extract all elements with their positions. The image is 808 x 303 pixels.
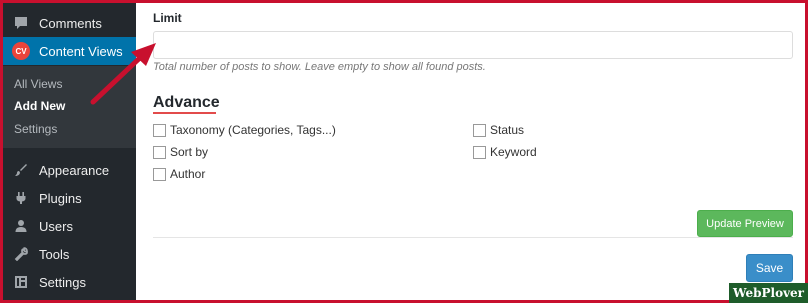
sidebar-item-appearance[interactable]: Appearance — [3, 156, 136, 184]
comment-icon — [11, 13, 31, 33]
save-button[interactable]: Save — [746, 254, 793, 282]
sidebar-item-label: Appearance — [39, 162, 110, 178]
watermark-logo: WebPlover — [729, 283, 808, 303]
admin-sidebar: Comments CV Content Views All Views Add … — [3, 3, 136, 300]
cv-badge: CV — [12, 42, 30, 60]
checkbox-box[interactable] — [153, 167, 166, 181]
wrench-icon — [11, 244, 31, 264]
settings-icon — [11, 272, 31, 292]
sidebar-item-label: Users — [39, 218, 73, 234]
submenu-item-add-new[interactable]: Add New — [14, 99, 65, 113]
sidebar-item-users[interactable]: Users — [3, 212, 136, 240]
divider — [153, 237, 793, 238]
checkbox-label: Status — [490, 123, 525, 137]
sidebar-item-label: Content Views — [39, 43, 123, 59]
checkbox-taxonomy[interactable]: Taxonomy (Categories, Tags...) — [153, 123, 336, 137]
section-title-underline — [153, 112, 216, 114]
checkbox-author[interactable]: Author — [153, 167, 205, 181]
checkbox-label: Keyword — [490, 145, 537, 159]
checkbox-sort-by[interactable]: Sort by — [153, 145, 208, 159]
checkbox-box[interactable] — [153, 145, 166, 159]
main-content: Limit Total number of posts to show. Lea… — [136, 3, 805, 300]
checkbox-keyword[interactable]: Keyword — [473, 145, 537, 159]
limit-help-text: Total number of posts to show. Leave emp… — [153, 61, 486, 73]
sidebar-item-label: Tools — [39, 246, 70, 262]
sidebar-item-plugins[interactable]: Plugins — [3, 184, 136, 212]
submenu-item-all-views[interactable]: All Views — [14, 77, 62, 91]
sidebar-item-content-views[interactable]: CV Content Views — [3, 37, 136, 65]
submenu-item-settings[interactable]: Settings — [14, 122, 57, 136]
checkbox-label: Sort by — [170, 145, 209, 159]
content-views-logo-icon: CV — [11, 41, 31, 61]
update-preview-button[interactable]: Update Preview — [697, 210, 793, 237]
sidebar-item-label: Comments — [39, 15, 102, 31]
sidebar-item-label: Plugins — [39, 190, 82, 206]
checkbox-label: Taxonomy (Categories, Tags...) — [170, 123, 336, 137]
paintbrush-icon — [11, 160, 31, 180]
checkbox-box[interactable] — [473, 123, 486, 137]
limit-label: Limit — [153, 11, 182, 25]
checkbox-label: Author — [170, 167, 206, 181]
sidebar-item-tools[interactable]: Tools — [3, 240, 136, 268]
checkbox-box[interactable] — [153, 123, 166, 137]
plug-icon — [11, 188, 31, 208]
sidebar-item-settings[interactable]: Settings — [3, 268, 136, 296]
user-icon — [11, 216, 31, 236]
sidebar-item-label: Settings — [39, 274, 86, 290]
checkbox-status[interactable]: Status — [473, 123, 524, 137]
sidebar-item-comments[interactable]: Comments — [3, 9, 136, 37]
content-views-submenu: All Views Add New Settings — [3, 66, 136, 148]
checkbox-box[interactable] — [473, 145, 486, 159]
advance-section-title: Advance — [153, 94, 220, 111]
limit-input[interactable] — [153, 31, 793, 59]
